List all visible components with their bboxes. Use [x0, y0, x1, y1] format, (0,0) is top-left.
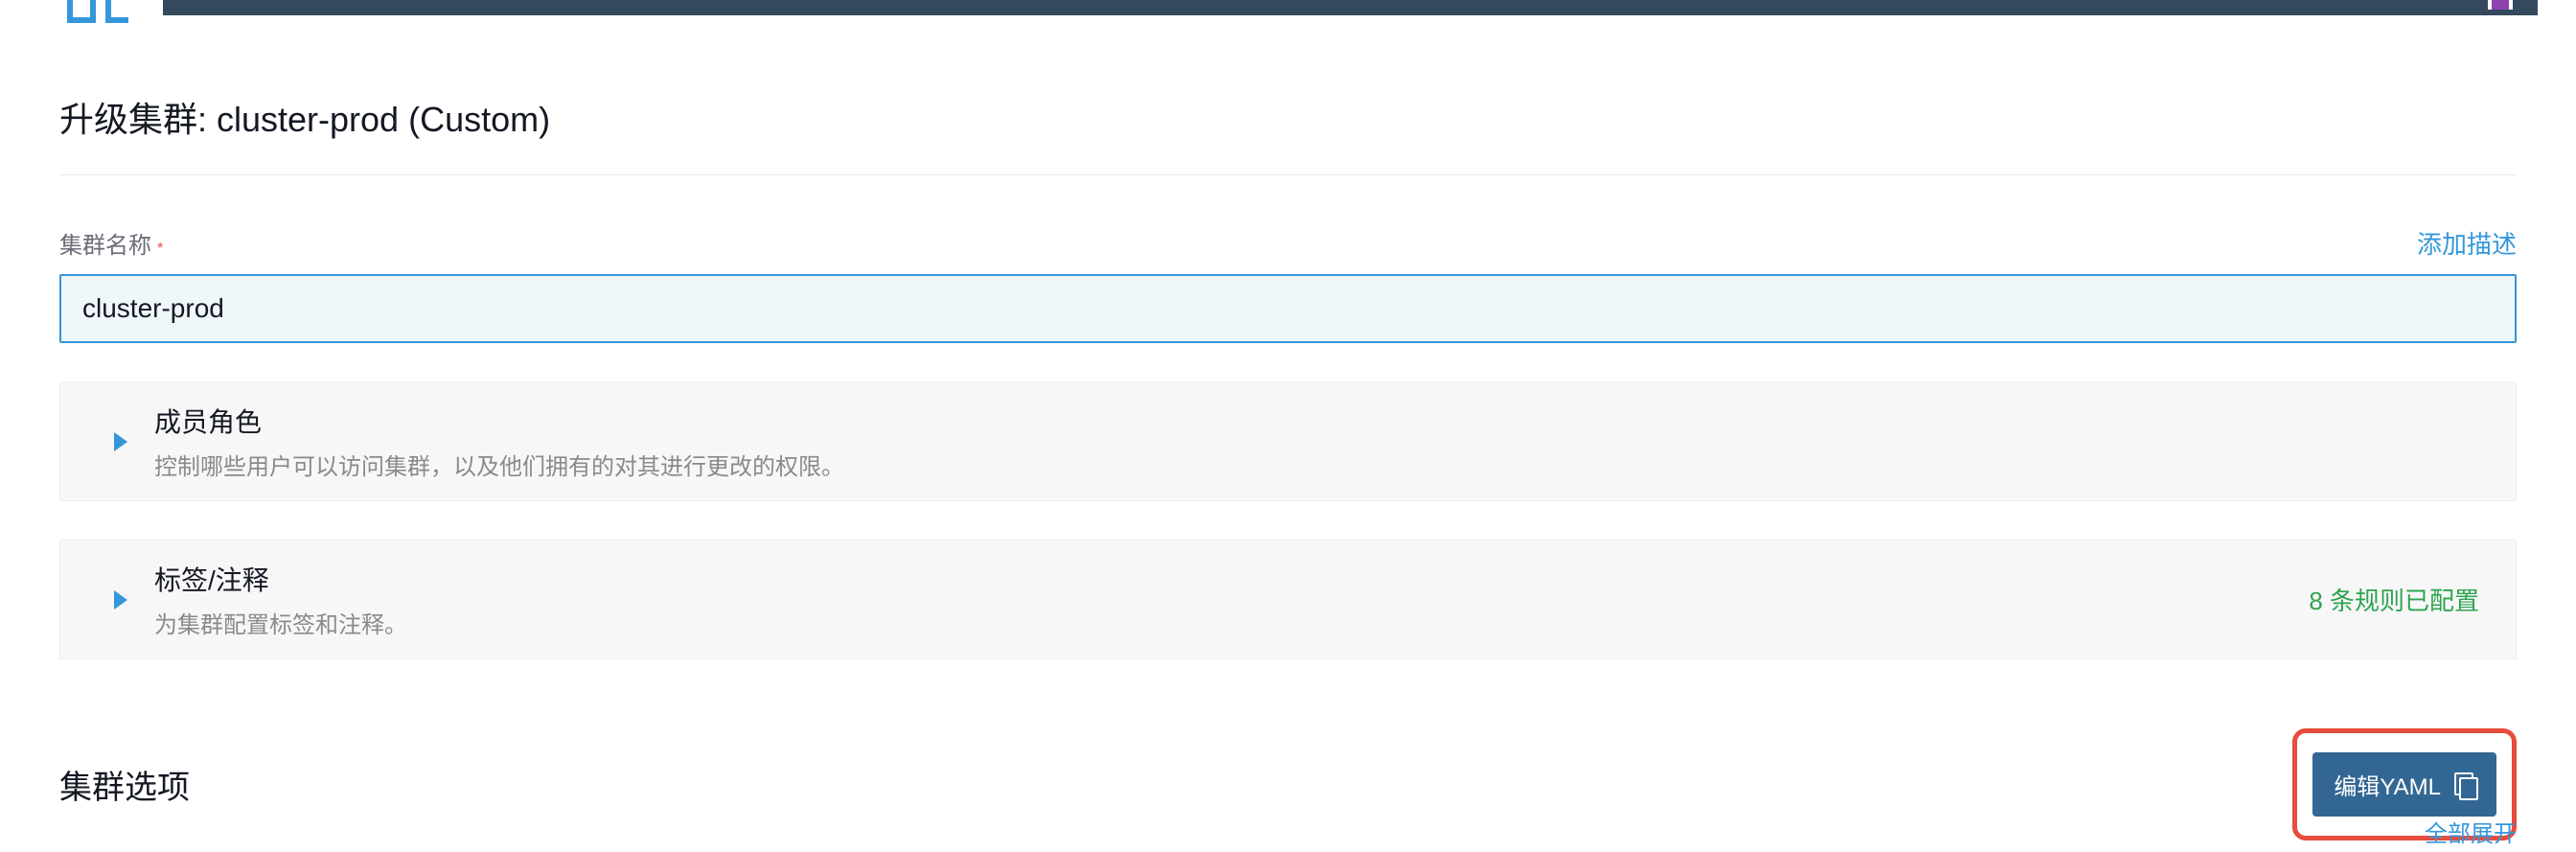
copy-icon — [2454, 772, 2475, 797]
caret-right-icon — [114, 432, 127, 451]
member-roles-title: 成员角色 — [154, 402, 844, 440]
rules-configured-badge: 8 条规则已配置 — [2309, 582, 2489, 617]
expand-all-link[interactable]: 全部展开 — [2425, 815, 2517, 848]
labels-annotations-title: 标签/注释 — [154, 560, 407, 598]
add-description-link[interactable]: 添加描述 — [2417, 225, 2517, 261]
member-roles-section[interactable]: 成员角色 控制哪些用户可以访问集群，以及他们拥有的对其进行更改的权限。 — [59, 381, 2517, 501]
caret-right-icon — [114, 590, 127, 610]
edit-yaml-label: 编辑YAML — [2334, 768, 2441, 801]
cluster-name-label: 集群名称 — [59, 233, 151, 259]
labels-annotations-section[interactable]: 标签/注释 为集群配置标签和注释。 8 条规则已配置 — [59, 540, 2517, 659]
edit-yaml-button[interactable]: 编辑YAML — [2312, 752, 2496, 817]
required-indicator: * — [157, 241, 163, 257]
logo-fragment — [67, 0, 140, 17]
member-roles-desc: 控制哪些用户可以访问集群，以及他们拥有的对其进行更改的权限。 — [154, 448, 844, 481]
top-nav-bar — [163, 0, 2538, 15]
page-title: 升级集群: cluster-prod (Custom) — [59, 92, 2517, 175]
cluster-name-input[interactable] — [59, 274, 2517, 343]
labels-annotations-desc: 为集群配置标签和注释。 — [154, 606, 407, 639]
cluster-options-heading: 集群选项 — [59, 761, 190, 808]
